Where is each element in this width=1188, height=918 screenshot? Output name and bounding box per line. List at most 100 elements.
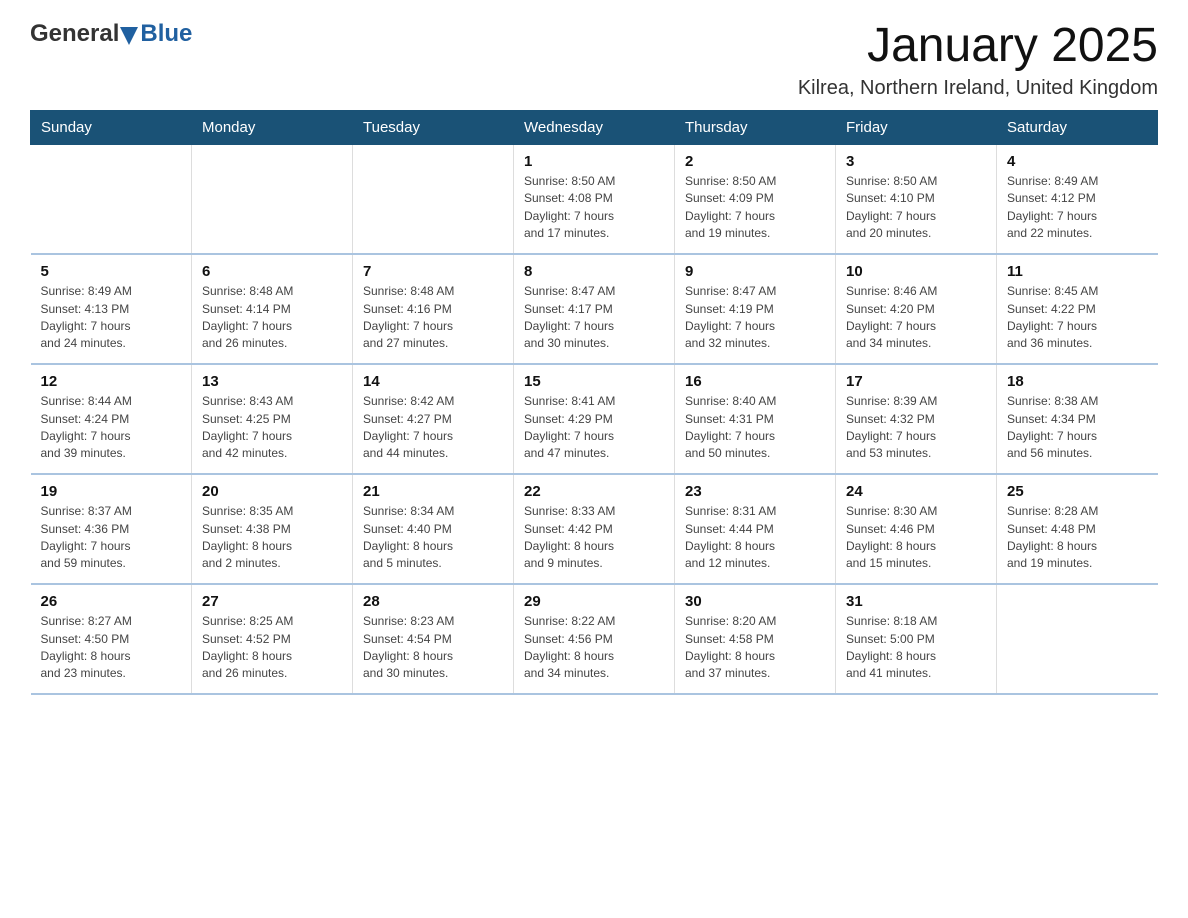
cell-info: Sunrise: 8:38 AM Sunset: 4:34 PM Dayligh… xyxy=(1007,393,1148,463)
calendar-cell: 11 Sunrise: 8:45 AM Sunset: 4:22 PM Dayli… xyxy=(997,254,1158,364)
calendar-cell: 30Sunrise: 8:20 AM Sunset: 4:58 PM Dayli… xyxy=(675,584,836,694)
day-number: 19 xyxy=(41,483,182,500)
cell-info: Sunrise: 8:47 AM Sunset: 4:17 PM Dayligh… xyxy=(524,283,664,353)
calendar-cell xyxy=(997,584,1158,694)
calendar-cell: 25 Sunrise: 8:28 AM Sunset: 4:48 PM Dayli… xyxy=(997,474,1158,584)
calendar-cell: 22 Sunrise: 8:33 AM Sunset: 4:42 PM Dayli… xyxy=(514,474,675,584)
day-number: 14 xyxy=(363,373,503,390)
cell-info: Sunrise: 8:39 AM Sunset: 4:32 PM Dayligh… xyxy=(846,393,986,463)
day-number: 4 xyxy=(1007,153,1148,170)
weekday-header: Tuesday xyxy=(353,110,514,144)
calendar-week-row: 1 Sunrise: 8:50 AM Sunset: 4:08 PM Daylig… xyxy=(31,144,1158,254)
day-number: 1 xyxy=(524,153,664,170)
cell-info: Sunrise: 8:33 AM Sunset: 4:42 PM Dayligh… xyxy=(524,503,664,573)
day-number: 5 xyxy=(41,263,182,280)
day-number: 2 xyxy=(685,153,825,170)
cell-info: Sunrise: 8:48 AM Sunset: 4:14 PM Dayligh… xyxy=(202,283,342,353)
page-subtitle: Kilrea, Northern Ireland, United Kingdom xyxy=(798,77,1158,100)
calendar-cell: 17 Sunrise: 8:39 AM Sunset: 4:32 PM Dayli… xyxy=(836,364,997,474)
weekday-header: Monday xyxy=(192,110,353,144)
calendar-cell: 12Sunrise: 8:44 AM Sunset: 4:24 PM Dayli… xyxy=(31,364,192,474)
cell-info: Sunrise: 8:45 AM Sunset: 4:22 PM Dayligh… xyxy=(1007,283,1148,353)
cell-info: Sunrise: 8:49 AM Sunset: 4:13 PM Dayligh… xyxy=(41,283,182,353)
weekday-header: Sunday xyxy=(31,110,192,144)
day-number: 20 xyxy=(202,483,342,500)
day-number: 21 xyxy=(363,483,503,500)
calendar-cell: 26 Sunrise: 8:27 AM Sunset: 4:50 PM Dayli… xyxy=(31,584,192,694)
day-number: 22 xyxy=(524,483,664,500)
day-number: 26 xyxy=(41,593,182,610)
cell-info: Sunrise: 8:28 AM Sunset: 4:48 PM Dayligh… xyxy=(1007,503,1148,573)
day-number: 3 xyxy=(846,153,986,170)
cell-info: Sunrise: 8:30 AM Sunset: 4:46 PM Dayligh… xyxy=(846,503,986,573)
calendar-cell: 9 Sunrise: 8:47 AM Sunset: 4:19 PM Daylig… xyxy=(675,254,836,364)
calendar-cell xyxy=(192,144,353,254)
cell-info: Sunrise: 8:48 AM Sunset: 4:16 PM Dayligh… xyxy=(363,283,503,353)
calendar-cell: 21Sunrise: 8:34 AM Sunset: 4:40 PM Dayli… xyxy=(353,474,514,584)
cell-info: Sunrise: 8:50 AM Sunset: 4:08 PM Dayligh… xyxy=(524,173,664,243)
calendar-cell: 2 Sunrise: 8:50 AM Sunset: 4:09 PM Daylig… xyxy=(675,144,836,254)
cell-info: Sunrise: 8:20 AM Sunset: 4:58 PM Dayligh… xyxy=(685,613,825,683)
calendar-cell: 14Sunrise: 8:42 AM Sunset: 4:27 PM Dayli… xyxy=(353,364,514,474)
title-block: January 2025 Kilrea, Northern Ireland, U… xyxy=(798,20,1158,100)
day-number: 7 xyxy=(363,263,503,280)
weekday-header: Thursday xyxy=(675,110,836,144)
day-number: 11 xyxy=(1007,263,1148,280)
cell-info: Sunrise: 8:47 AM Sunset: 4:19 PM Dayligh… xyxy=(685,283,825,353)
day-number: 17 xyxy=(846,373,986,390)
calendar-cell: 28Sunrise: 8:23 AM Sunset: 4:54 PM Dayli… xyxy=(353,584,514,694)
logo: General Blue xyxy=(30,20,192,48)
calendar-table: SundayMondayTuesdayWednesdayThursdayFrid… xyxy=(30,110,1158,696)
day-number: 23 xyxy=(685,483,825,500)
cell-info: Sunrise: 8:27 AM Sunset: 4:50 PM Dayligh… xyxy=(41,613,182,683)
cell-info: Sunrise: 8:50 AM Sunset: 4:09 PM Dayligh… xyxy=(685,173,825,243)
cell-info: Sunrise: 8:37 AM Sunset: 4:36 PM Dayligh… xyxy=(41,503,182,573)
cell-info: Sunrise: 8:43 AM Sunset: 4:25 PM Dayligh… xyxy=(202,393,342,463)
calendar-cell: 18 Sunrise: 8:38 AM Sunset: 4:34 PM Dayli… xyxy=(997,364,1158,474)
day-number: 31 xyxy=(846,593,986,610)
day-number: 10 xyxy=(846,263,986,280)
day-number: 25 xyxy=(1007,483,1148,500)
day-number: 18 xyxy=(1007,373,1148,390)
weekday-header: Saturday xyxy=(997,110,1158,144)
calendar-cell: 27 Sunrise: 8:25 AM Sunset: 4:52 PM Dayli… xyxy=(192,584,353,694)
day-number: 8 xyxy=(524,263,664,280)
day-number: 12 xyxy=(41,373,182,390)
cell-info: Sunrise: 8:18 AM Sunset: 5:00 PM Dayligh… xyxy=(846,613,986,683)
page-title: January 2025 xyxy=(798,20,1158,73)
calendar-cell: 23 Sunrise: 8:31 AM Sunset: 4:44 PM Dayli… xyxy=(675,474,836,584)
calendar-cell: 29Sunrise: 8:22 AM Sunset: 4:56 PM Dayli… xyxy=(514,584,675,694)
calendar-cell xyxy=(31,144,192,254)
calendar-header-row: SundayMondayTuesdayWednesdayThursdayFrid… xyxy=(31,110,1158,144)
logo-general-text: General xyxy=(30,20,119,48)
cell-info: Sunrise: 8:35 AM Sunset: 4:38 PM Dayligh… xyxy=(202,503,342,573)
calendar-week-row: 12Sunrise: 8:44 AM Sunset: 4:24 PM Dayli… xyxy=(31,364,1158,474)
logo-blue-text: Blue xyxy=(140,20,192,48)
cell-info: Sunrise: 8:50 AM Sunset: 4:10 PM Dayligh… xyxy=(846,173,986,243)
day-number: 29 xyxy=(524,593,664,610)
day-number: 28 xyxy=(363,593,503,610)
calendar-week-row: 19 Sunrise: 8:37 AM Sunset: 4:36 PM Dayli… xyxy=(31,474,1158,584)
logo-triangle-icon xyxy=(120,27,138,45)
calendar-cell: 1 Sunrise: 8:50 AM Sunset: 4:08 PM Daylig… xyxy=(514,144,675,254)
calendar-cell: 8 Sunrise: 8:47 AM Sunset: 4:17 PM Daylig… xyxy=(514,254,675,364)
calendar-cell: 16 Sunrise: 8:40 AM Sunset: 4:31 PM Dayli… xyxy=(675,364,836,474)
calendar-cell: 10 Sunrise: 8:46 AM Sunset: 4:20 PM Dayli… xyxy=(836,254,997,364)
calendar-cell: 7 Sunrise: 8:48 AM Sunset: 4:16 PM Daylig… xyxy=(353,254,514,364)
day-number: 9 xyxy=(685,263,825,280)
day-number: 27 xyxy=(202,593,342,610)
cell-info: Sunrise: 8:25 AM Sunset: 4:52 PM Dayligh… xyxy=(202,613,342,683)
day-number: 15 xyxy=(524,373,664,390)
calendar-cell: 31 Sunrise: 8:18 AM Sunset: 5:00 PM Dayli… xyxy=(836,584,997,694)
calendar-cell xyxy=(353,144,514,254)
weekday-header: Friday xyxy=(836,110,997,144)
calendar-cell: 13Sunrise: 8:43 AM Sunset: 4:25 PM Dayli… xyxy=(192,364,353,474)
cell-info: Sunrise: 8:40 AM Sunset: 4:31 PM Dayligh… xyxy=(685,393,825,463)
calendar-week-row: 5 Sunrise: 8:49 AM Sunset: 4:13 PM Daylig… xyxy=(31,254,1158,364)
cell-info: Sunrise: 8:31 AM Sunset: 4:44 PM Dayligh… xyxy=(685,503,825,573)
cell-info: Sunrise: 8:46 AM Sunset: 4:20 PM Dayligh… xyxy=(846,283,986,353)
weekday-header: Wednesday xyxy=(514,110,675,144)
calendar-cell: 15Sunrise: 8:41 AM Sunset: 4:29 PM Dayli… xyxy=(514,364,675,474)
day-number: 16 xyxy=(685,373,825,390)
calendar-cell: 3 Sunrise: 8:50 AM Sunset: 4:10 PM Daylig… xyxy=(836,144,997,254)
